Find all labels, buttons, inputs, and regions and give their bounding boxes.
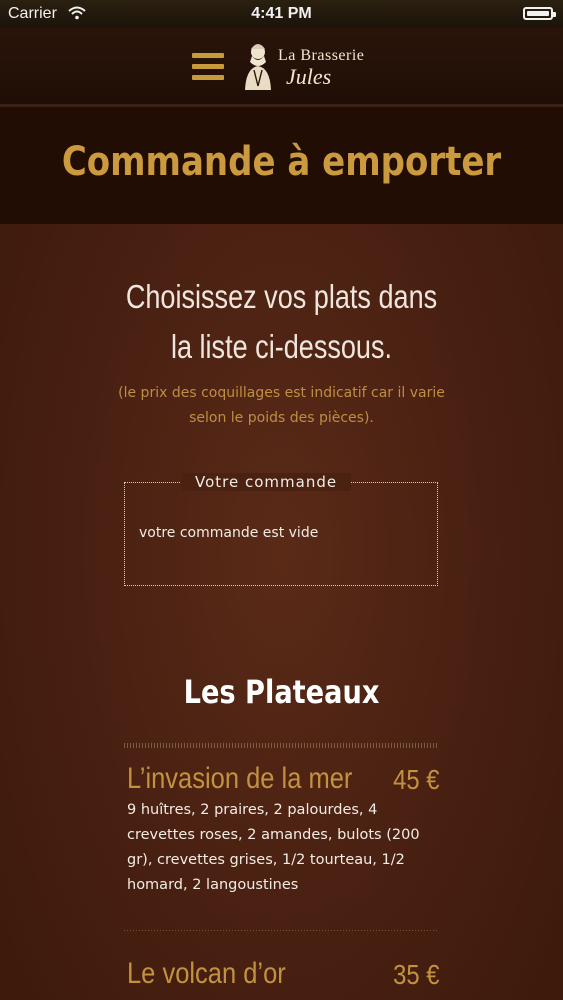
chef-portrait-icon <box>245 44 271 90</box>
menu-item[interactable]: L’invasion de la mer 45 € 9 huîtres, 2 p… <box>127 762 439 902</box>
section-title: Les Plateaux <box>183 673 380 711</box>
menu-item-description: 9 huîtres, 2 praires, 2 palourdes, 4 cre… <box>127 802 420 893</box>
battery-icon <box>523 7 556 20</box>
intro-text: Choisissez vos plats dans la liste ci-de… <box>51 272 513 372</box>
intro-line-1: Choisissez vos plats dans <box>125 278 438 315</box>
menu-item-name: Le volcan d’or <box>127 957 286 990</box>
menu-item-price: 45 € <box>392 764 439 795</box>
brand-logo[interactable]: La Brasserie Jules <box>240 40 390 92</box>
status-bar: Carrier 4:41 PM <box>0 0 563 28</box>
menu-item-price: 35 € <box>392 959 439 990</box>
clock: 4:41 PM <box>251 5 312 22</box>
navbar: La Brasserie Jules <box>0 28 563 107</box>
intro-line-2: la liste ci-dessous. <box>170 328 393 365</box>
divider <box>124 743 438 748</box>
logo-text-top: La Brasserie <box>278 47 365 64</box>
order-legend: Votre commande <box>181 473 352 491</box>
order-box: Votre commande votre commande est vide <box>124 473 438 586</box>
title-banner: Commande à emporter <box>0 107 563 224</box>
page-title: Commande à emporter <box>61 139 502 185</box>
menu-icon[interactable] <box>192 53 224 81</box>
order-empty-message: votre commande est vide <box>139 525 319 541</box>
price-note: (le prix des coquillages est indicatif c… <box>118 385 445 426</box>
logo-text-main: Jules <box>286 64 332 89</box>
menu-item-name: L’invasion de la mer <box>127 762 353 795</box>
divider <box>124 930 438 931</box>
menu-item[interactable]: Le volcan d’or 35 € <box>127 957 439 997</box>
